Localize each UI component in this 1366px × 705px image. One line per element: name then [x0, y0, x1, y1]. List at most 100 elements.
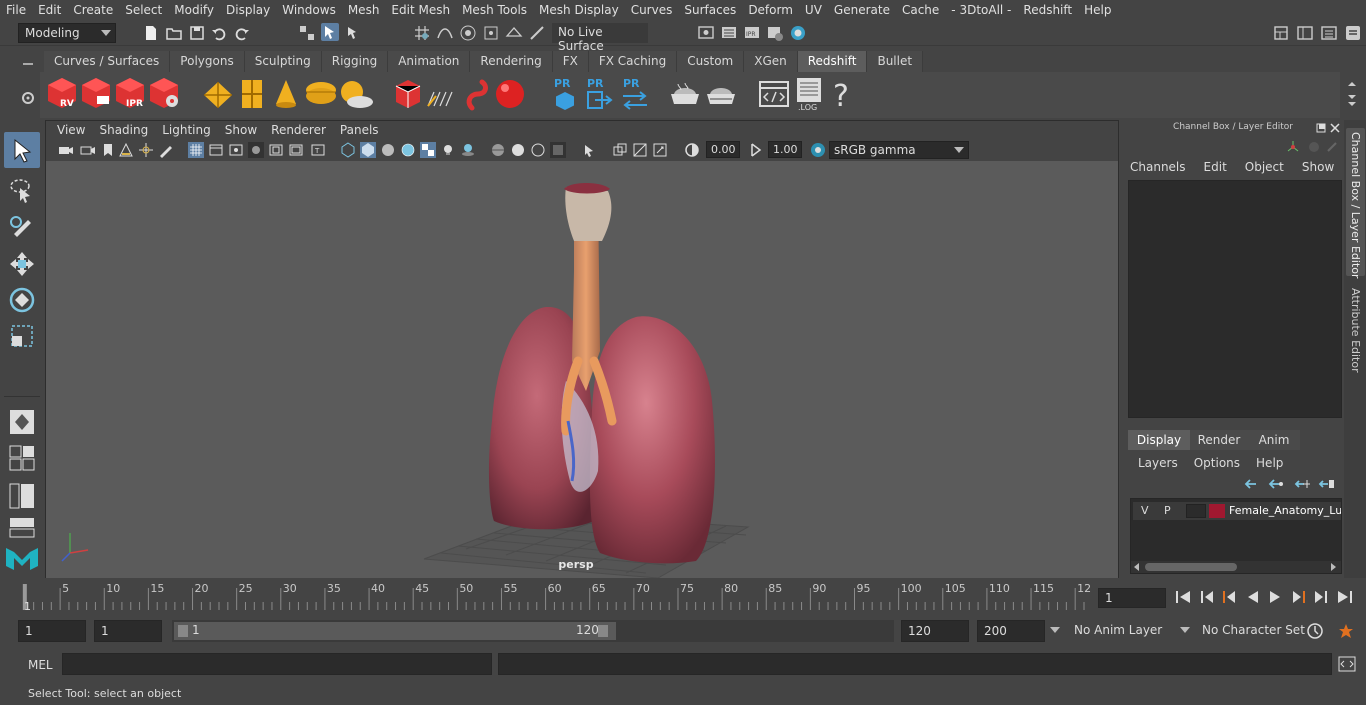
close-panel-icon[interactable] — [1330, 123, 1340, 133]
panel-layout-icon[interactable] — [1296, 24, 1314, 42]
viewport-menu-renderer[interactable]: Renderer — [264, 123, 333, 137]
layer-color-swatch[interactable] — [1209, 504, 1225, 518]
menu-generate[interactable]: Generate — [828, 3, 896, 17]
script-editor-icon[interactable] — [1338, 656, 1356, 672]
playback-end-field[interactable]: 120 — [901, 620, 969, 642]
menu-redshift[interactable]: Redshift — [1017, 3, 1078, 17]
menu-options[interactable]: Options — [1194, 456, 1256, 470]
menu-surfaces[interactable]: Surfaces — [678, 3, 742, 17]
snap-projected-center-icon[interactable] — [482, 24, 500, 42]
menu-edit[interactable]: Edit — [32, 3, 67, 17]
resolution-gate-icon[interactable] — [228, 142, 244, 158]
move-layer-down-icon[interactable] — [1268, 478, 1284, 490]
isolate-select-icon[interactable] — [582, 142, 598, 158]
camera-attributes-icon[interactable] — [80, 142, 96, 158]
four-view-layout-icon[interactable] — [8, 444, 36, 472]
shelf-tab-sculpting[interactable]: Sculpting — [244, 51, 322, 72]
camera-select-icon[interactable] — [58, 142, 74, 158]
shelf-tab-fx[interactable]: FX — [552, 51, 589, 72]
rs-volume-icon[interactable] — [426, 84, 456, 108]
smooth-shade-icon[interactable] — [360, 142, 376, 158]
float-panel-icon[interactable] — [1316, 123, 1326, 133]
current-frame-field[interactable]: 1 — [1098, 588, 1166, 608]
rs-pr-proxy-swap-icon[interactable]: PR — [620, 76, 650, 112]
persp-outliner-layout-icon[interactable] — [8, 482, 36, 510]
snap-point-icon[interactable] — [459, 24, 477, 42]
layer-hscroll-thumb[interactable] — [1145, 563, 1237, 571]
redo-icon[interactable] — [233, 24, 251, 42]
lasso-tool-icon[interactable] — [8, 176, 36, 204]
layer-name[interactable]: Female_Anatomy_Lung — [1229, 504, 1341, 517]
new-layer-icon[interactable] — [1294, 478, 1310, 490]
shelf-tab-animation[interactable]: Animation — [388, 51, 471, 72]
move-tool-icon[interactable] — [8, 250, 36, 278]
depth-of-field-icon[interactable] — [652, 142, 668, 158]
animation-preferences-icon[interactable] — [1336, 622, 1356, 640]
rs-ipr-icon[interactable]: IPR — [113, 76, 147, 110]
viewport-menu-shading[interactable]: Shading — [92, 123, 155, 137]
rs-pr-proxy-import-icon[interactable]: PR — [585, 76, 613, 112]
scroll-left-icon[interactable] — [1133, 563, 1141, 571]
snap-curve-icon[interactable] — [436, 24, 454, 42]
workspace-icon[interactable] — [1272, 24, 1290, 42]
select-tool-button[interactable] — [4, 132, 40, 168]
menu-layers[interactable]: Layers — [1138, 456, 1194, 470]
time-slider[interactable]: 5 10 15 20 25 30 35 40 45 50 55 60 65 70 75 80 85 90 95 100… — [0, 580, 1366, 616]
channel-box-toggle-icon[interactable] — [1344, 24, 1362, 42]
manipulator-icon[interactable] — [1286, 140, 1300, 154]
colorspace-dropdown[interactable]: sRGB gamma — [829, 141, 969, 159]
step-forward-key-icon[interactable] — [1290, 589, 1308, 605]
auto-key-icon[interactable] — [1306, 622, 1324, 640]
menu-deform[interactable]: Deform — [742, 3, 799, 17]
ambient-occlusion-icon[interactable] — [550, 142, 566, 158]
shelf-collapse-icon[interactable] — [20, 56, 36, 72]
rs-sun-sky-icon[interactable] — [338, 78, 374, 110]
menu-mesh[interactable]: Mesh — [342, 3, 386, 17]
side-tab-attribute-editor[interactable]: Attribute Editor — [1346, 284, 1365, 373]
select-object-icon[interactable] — [321, 23, 339, 41]
range-slider-track[interactable]: 1 120 — [172, 620, 894, 642]
script-language-label[interactable]: MEL — [28, 658, 53, 672]
rotate-tool-icon[interactable] — [8, 286, 36, 314]
viewport-menu-lighting[interactable]: Lighting — [155, 123, 218, 137]
menu-cache[interactable]: Cache — [896, 3, 945, 17]
go-to-start-icon[interactable] — [1174, 589, 1192, 605]
rs-bake-icon[interactable] — [668, 80, 702, 108]
menu-curves[interactable]: Curves — [625, 3, 679, 17]
safe-action-icon[interactable] — [288, 142, 304, 158]
motion-blur-icon[interactable] — [612, 142, 628, 158]
layer-playback-toggle[interactable]: P — [1164, 504, 1171, 517]
select-component-icon[interactable] — [345, 24, 363, 42]
step-forward-icon[interactable] — [1312, 589, 1330, 605]
side-tab-channel-box[interactable]: Channel Box / Layer Editor — [1346, 128, 1365, 279]
xray-components-icon[interactable] — [530, 142, 546, 158]
play-forwards-icon[interactable] — [1266, 589, 1284, 605]
menu-mesh-display[interactable]: Mesh Display — [533, 3, 625, 17]
animation-start-field[interactable]: 1 — [18, 620, 86, 642]
rs-hair-icon[interactable] — [464, 78, 494, 112]
menu-file[interactable]: File — [0, 3, 32, 17]
tab-anim[interactable]: Anim — [1248, 430, 1300, 450]
menu-mesh-tools[interactable]: Mesh Tools — [456, 3, 533, 17]
shelf-tab-redshift[interactable]: Redshift — [797, 51, 868, 72]
single-perspective-layout-icon[interactable] — [8, 408, 36, 436]
attribute-editor-toggle-icon[interactable] — [1320, 24, 1338, 42]
render-settings-icon[interactable] — [766, 24, 784, 42]
shelf-tab-bullet[interactable]: Bullet — [867, 51, 924, 72]
exposure-icon[interactable] — [684, 142, 700, 158]
live-surface-field[interactable]: No Live Surface — [552, 23, 648, 53]
menu-create[interactable]: Create — [67, 3, 119, 17]
snap-grid-icon[interactable] — [413, 24, 431, 42]
open-scene-icon[interactable] — [165, 24, 183, 42]
rs-script-editor-icon[interactable] — [758, 80, 790, 108]
shelf-tab-fx-caching[interactable]: FX Caching — [588, 51, 678, 72]
rs-render-sequence-icon[interactable] — [79, 76, 113, 110]
menu-channels[interactable]: Channels — [1130, 160, 1204, 174]
gamma-field[interactable]: 1.00 — [768, 141, 802, 158]
use-all-lights-icon[interactable] — [440, 142, 456, 158]
menu-object[interactable]: Object — [1245, 160, 1302, 174]
perspective-viewport[interactable]: persp — [46, 161, 1118, 578]
undo-icon[interactable] — [210, 24, 228, 42]
shelf-tab-curves-surfaces[interactable]: Curves / Surfaces — [44, 51, 171, 72]
anti-aliasing-icon[interactable] — [632, 142, 648, 158]
